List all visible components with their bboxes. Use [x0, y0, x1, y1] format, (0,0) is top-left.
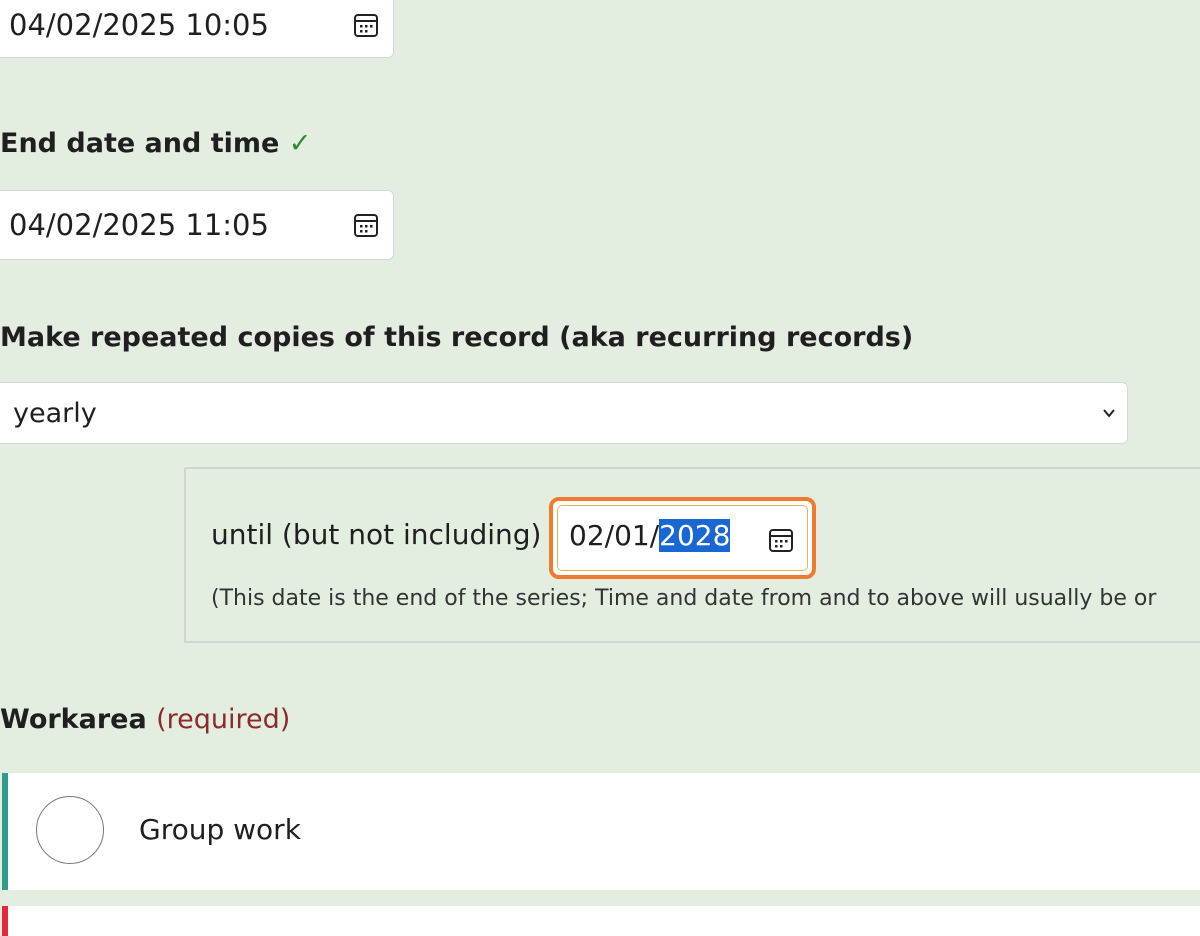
until-hint-text: (This date is the end of the series; Tim…: [211, 586, 1157, 611]
until-date-input[interactable]: 02/01/2028: [549, 497, 816, 579]
start-datetime-value: 04/02/2025 10:05: [9, 8, 269, 42]
check-icon: ✓: [288, 128, 312, 159]
workarea-label: Workarea (required): [0, 704, 291, 735]
chevron-down-icon: [1103, 409, 1115, 418]
until-label: until (but not including): [211, 518, 542, 551]
workarea-option-next[interactable]: [2, 906, 1200, 936]
recurrence-select[interactable]: yearly: [0, 382, 1128, 444]
required-marker: (required): [156, 704, 291, 735]
calendar-icon[interactable]: [351, 210, 381, 240]
recurrence-selected-value: yearly: [13, 397, 97, 429]
start-datetime-field[interactable]: 04/02/2025 10:05: [0, 0, 394, 58]
end-datetime-label: End date and time ✓: [0, 128, 312, 159]
until-year-selection: 2028: [659, 519, 731, 552]
workarea-option-label: Group work: [139, 813, 301, 846]
until-date-value: 02/01/2028: [569, 519, 731, 552]
workarea-option-group-work[interactable]: Group work: [2, 773, 1200, 890]
radio-button[interactable]: [36, 796, 104, 864]
recurrence-label: Make repeated copies of this record (aka…: [0, 322, 914, 353]
end-datetime-value: 04/02/2025 11:05: [9, 208, 269, 242]
calendar-icon[interactable]: [766, 525, 796, 555]
calendar-icon[interactable]: [351, 10, 381, 40]
end-datetime-field[interactable]: 04/02/2025 11:05: [0, 190, 394, 260]
